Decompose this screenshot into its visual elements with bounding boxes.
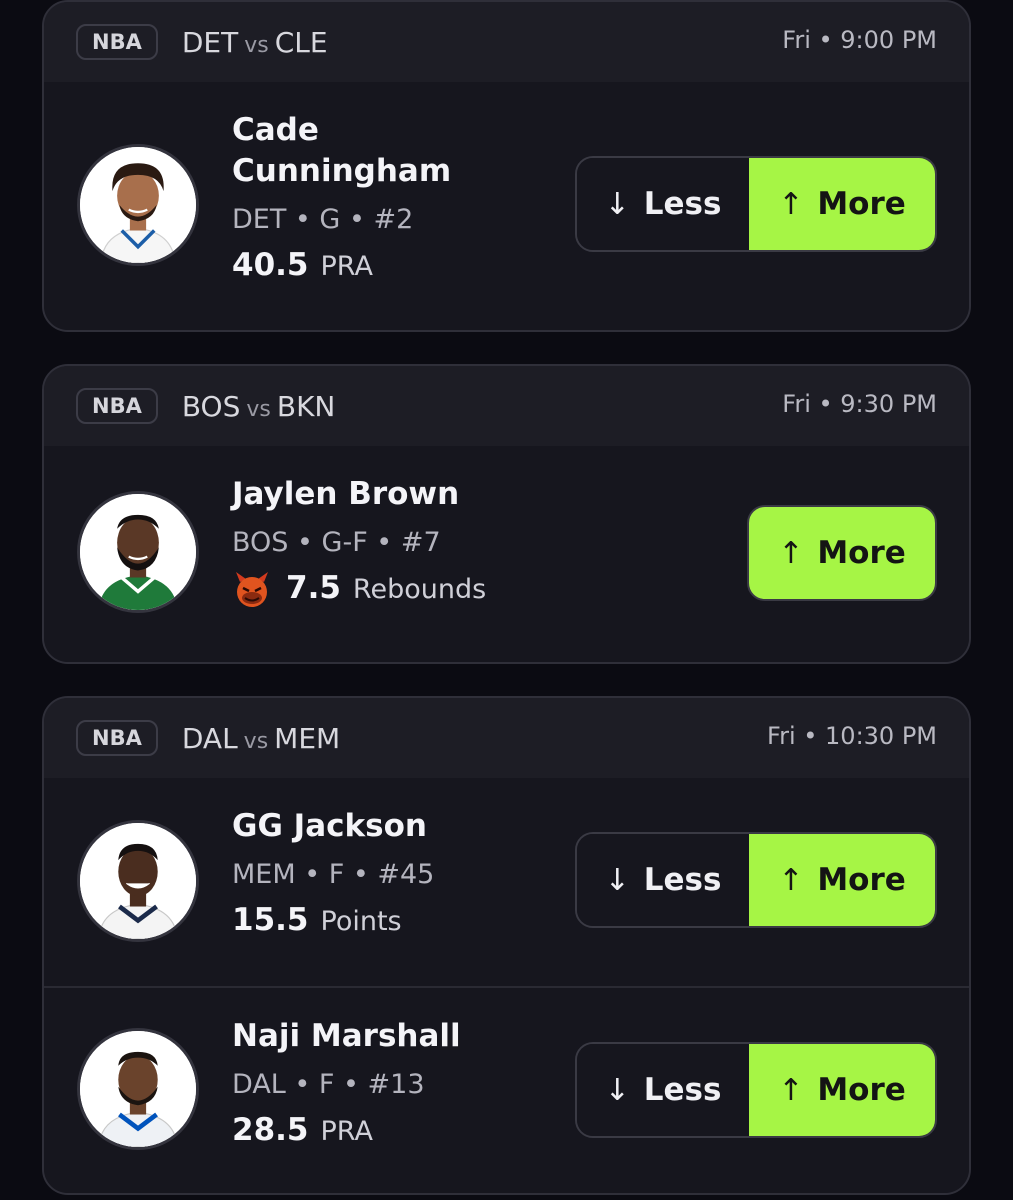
more-label: More (817, 186, 906, 222)
more-button[interactable]: ↑ More (749, 158, 935, 250)
stat-value: 7.5 (286, 570, 341, 606)
arrow-down-icon: ↓ (604, 186, 630, 222)
demon-icon (232, 570, 272, 610)
pick-toggle: ↓ Less ↑ More (575, 832, 937, 928)
stat-label: PRA (320, 1116, 373, 1147)
player-info: Naji Marshall DAL • F • #13 28.5 PRA (232, 1016, 461, 1148)
stat-label: Rebounds (352, 574, 487, 605)
arrow-up-icon: ↑ (778, 862, 804, 898)
team-away: MEM (274, 721, 341, 755)
game-time: Fri • 9:00 PM (782, 26, 937, 54)
player-meta: DAL • F • #13 (232, 1069, 425, 1100)
player-info: Cade Cunningham DET • G • #2 40.5 PRA (232, 110, 492, 283)
team-away: CLE (274, 25, 328, 59)
less-label: Less (643, 862, 722, 898)
league-badge: NBA (76, 720, 158, 756)
game-time: Fri • 9:30 PM (782, 390, 937, 418)
vs-label: vs (244, 32, 269, 58)
less-label: Less (643, 186, 722, 222)
arrow-up-icon: ↑ (778, 1072, 804, 1108)
team-away: BKN (276, 389, 336, 423)
stat-value: 28.5 (232, 1112, 309, 1148)
league-badge: NBA (76, 388, 158, 424)
less-button[interactable]: ↓ Less (577, 834, 749, 926)
team-home: DET (181, 25, 239, 59)
game-time: Fri • 10:30 PM (767, 722, 937, 750)
more-button[interactable]: ↑ More (749, 834, 935, 926)
player-meta: BOS • G-F • #7 (232, 527, 441, 558)
more-label: More (817, 862, 906, 898)
game-card-bos-bkn: NBA BOS vs BKN Fri • 9:30 PM Jaylen Brow… (42, 364, 971, 664)
stat-value: 15.5 (232, 902, 309, 938)
player-info: GG Jackson MEM • F • #45 15.5 Points (232, 806, 434, 938)
player-row: Naji Marshall DAL • F • #13 28.5 PRA ↓ L… (44, 986, 969, 1193)
game-card-det-cle: NBA DET vs CLE Fri • 9:00 PM Cade Cunnin… (42, 0, 971, 332)
team-home: BOS (181, 389, 241, 423)
less-button[interactable]: ↓ Less (577, 158, 749, 250)
player-name[interactable]: GG Jackson (232, 806, 434, 847)
more-label: More (817, 1072, 906, 1108)
player-headshot-icon (80, 147, 196, 263)
matchup: DAL vs MEM (182, 722, 340, 755)
vs-label: vs (246, 396, 271, 422)
arrow-up-icon: ↑ (778, 186, 804, 222)
player-name[interactable]: Cade Cunningham (232, 110, 492, 192)
team-home: DAL (181, 721, 238, 755)
player-name[interactable]: Jaylen Brown (232, 474, 486, 515)
game-header: NBA DAL vs MEM Fri • 10:30 PM (44, 698, 969, 778)
player-row: Jaylen Brown BOS • G-F • #7 7.5 Rebounds (44, 446, 969, 662)
stat-value: 40.5 (232, 247, 309, 283)
pick-toggle: ↓ Less ↑ More (575, 156, 937, 252)
player-headshot-icon (80, 823, 196, 939)
arrow-down-icon: ↓ (604, 862, 630, 898)
player-info: Jaylen Brown BOS • G-F • #7 7.5 Rebounds (232, 474, 486, 610)
player-meta: MEM • F • #45 (232, 859, 435, 890)
avatar (77, 144, 199, 266)
avatar (77, 491, 199, 613)
game-card-dal-mem: NBA DAL vs MEM Fri • 10:30 PM GG Jackson… (42, 696, 971, 1195)
stat-line: 40.5 PRA (232, 247, 492, 283)
arrow-down-icon: ↓ (604, 1072, 630, 1108)
arrow-up-icon: ↑ (778, 535, 804, 571)
player-row: Cade Cunningham DET • G • #2 40.5 PRA ↓ … (44, 82, 969, 330)
stat-line: 7.5 Rebounds (232, 570, 486, 610)
player-row: GG Jackson MEM • F • #45 15.5 Points ↓ L… (44, 778, 969, 986)
player-headshot-icon (80, 494, 196, 610)
stat-label: PRA (320, 251, 373, 282)
more-button[interactable]: ↑ More (749, 1044, 935, 1136)
league-badge: NBA (76, 24, 158, 60)
game-header: NBA DET vs CLE Fri • 9:00 PM (44, 2, 969, 82)
stat-line: 28.5 PRA (232, 1112, 461, 1148)
avatar (77, 820, 199, 942)
matchup: BOS vs BKN (182, 390, 336, 423)
avatar (77, 1028, 199, 1150)
player-meta: DET • G • #2 (232, 204, 414, 235)
game-header: NBA BOS vs BKN Fri • 9:30 PM (44, 366, 969, 446)
vs-label: vs (243, 728, 269, 754)
player-name[interactable]: Naji Marshall (232, 1016, 461, 1057)
stat-label: Points (320, 906, 402, 937)
more-button[interactable]: ↑ More (747, 505, 937, 601)
player-headshot-icon (80, 1031, 196, 1147)
matchup: DET vs CLE (182, 26, 328, 59)
stat-line: 15.5 Points (232, 902, 434, 938)
less-button[interactable]: ↓ Less (577, 1044, 749, 1136)
less-label: Less (643, 1072, 722, 1108)
pick-toggle: ↓ Less ↑ More (575, 1042, 937, 1138)
more-label: More (817, 535, 906, 571)
